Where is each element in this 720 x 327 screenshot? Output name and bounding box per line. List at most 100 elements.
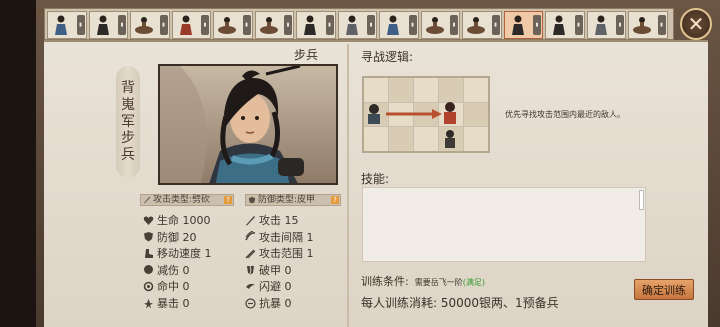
requirement-value: 需要岳飞一阶(满足) [415,277,485,288]
roster-slot-5[interactable]: ▮ [213,11,253,39]
roster-slot-tab: ▮ [201,15,209,35]
accuracy-icon [143,281,154,292]
roster-slot-tab: ▮ [491,15,500,35]
unit-name-char: 背 [121,80,135,96]
stat-row: 防御 20 [143,230,197,244]
requirement-text: 需要岳飞一阶 [414,278,463,287]
unit-type-label: 步兵 [294,48,319,62]
pathfinding-diagram [368,102,456,148]
unit-figure-icon [511,15,524,35]
roster-slot-tab: ▮ [242,15,251,35]
unit-figure-icon [259,17,278,34]
skills-scrollbar[interactable] [639,190,644,210]
blade-icon [143,196,151,204]
skills-list[interactable] [362,187,646,262]
unit-figure-icon [345,15,358,35]
close-button[interactable]: ✕ [680,8,712,40]
stat-value: 攻击间隔 1 [259,230,314,244]
boot-icon [145,248,153,258]
panel-divider [347,44,349,327]
roster-slot-4[interactable]: ▮ [171,11,211,39]
reduce-damage-icon [144,265,153,275]
roster-slot-tab: ▮ [284,15,292,35]
attack-interval-icon [245,231,256,241]
dodge-icon [246,283,255,289]
training-requirement: 训练条件: 需要岳飞一阶(满足) [361,273,485,289]
unit-figure-icon [467,17,485,34]
roster-slot-tab: ▮ [574,15,583,35]
sword-icon [246,215,255,225]
roster-slot-12[interactable]: ▮ [503,11,543,39]
stat-value: 暴击 0 [157,297,190,310]
unit-figure-icon [96,15,109,35]
stat-row: 闪避 0 [245,279,292,293]
unit-name-char: 军 [121,113,135,130]
anti-crit-icon [245,297,256,309]
roster-slot-8[interactable]: ▮ [337,11,377,39]
player-unit-icon [368,104,380,124]
stat-row: 攻击 15 [245,213,299,227]
unit-roster-strip: ▮ ▮ ▮ ▮ ▮ ▮ ▮ ▮ ▮ ▮ ▮ ▮ ▮ ▮ ▮ [44,8,674,40]
skills-label: 技能: [361,172,390,186]
roster-slot-15[interactable]: ▮ [628,11,668,39]
stat-value: 移动速度 1 [157,247,212,261]
close-icon: ✕ [687,12,705,36]
heart-icon [143,216,154,225]
stat-row: 破甲 0 [245,263,292,277]
defense-type-label: 防御类型:皮甲 [258,195,316,205]
stat-row: 暴击 0 [143,296,190,310]
warrior-portrait-illustration [160,66,304,183]
roster-slot-3[interactable]: ▮ [130,11,170,39]
roster-slot-11[interactable]: ▮ [462,11,502,39]
unit-figure-icon [55,15,67,35]
stat-value: 抗暴 0 [259,297,292,310]
roster-slot-tab: ▮ [450,15,458,35]
unit-figure-icon [633,17,651,34]
roster-slot-tab: ▮ [408,15,417,35]
roster-slot-13[interactable]: ▮ [545,11,585,39]
unit-name-char: 步 [121,130,135,147]
stat-value: 生命 1000 [157,214,211,227]
confirm-training-button[interactable]: 确定训练 [634,279,694,300]
defense-type-help-button[interactable]: ? [331,196,339,204]
path-arrow-head [432,109,442,119]
stat-row: 减伤 0 [143,263,190,277]
stat-value: 攻击范围 1 [259,247,314,261]
unit-figure-icon [135,17,153,34]
roster-slot-10[interactable]: ▮ [420,11,460,39]
armor-break-icon [247,266,254,275]
attack-type-help-button[interactable]: ? [224,196,232,204]
stat-value: 命中 0 [157,280,190,294]
stat-row: 攻击范围 1 [245,246,314,260]
roster-slot-tab: ▮ [367,15,375,35]
roster-slot-6[interactable]: ▮ [254,11,294,39]
defense-type-bar: 防御类型:皮甲 ? [245,194,341,206]
unit-figure-icon [179,15,192,35]
stat-value: 攻击 15 [259,214,299,227]
leather-armor-icon [248,196,256,204]
unit-name-char: 兵 [121,147,135,164]
stat-value: 闪避 0 [259,280,292,294]
roster-slot-14[interactable]: ▮ [586,11,626,39]
stat-value: 破甲 0 [259,263,292,277]
enemy-unit-icon-2 [445,130,455,148]
stat-row: 命中 0 [143,279,190,293]
attack-type-label: 攻击类型:劈砍 [153,195,211,205]
roster-slot-tab: ▮ [616,15,624,35]
unit-figure-icon [425,17,444,34]
stat-row: 抗暴 0 [245,296,292,310]
roster-slot-2[interactable]: ▮ [88,11,128,39]
enemy-unit-icon [444,102,456,124]
shield-icon [144,232,153,242]
unit-figure-icon [218,17,236,34]
roster-slot-tab: ▮ [159,15,168,35]
roster-slot-9[interactable]: ▮ [379,11,419,39]
roster-slot-1[interactable]: ▮ [47,11,87,39]
roster-slot-7[interactable]: ▮ [296,11,336,39]
stat-value: 减伤 0 [157,263,190,277]
unit-figure-icon [304,15,316,35]
pathfinding-hint: 优先寻找攻击范围内最近的敌人。 [505,110,625,119]
stat-row: 移动速度 1 [143,246,212,260]
stat-value: 防御 20 [157,230,197,244]
roster-slot-tab: ▮ [118,15,126,35]
